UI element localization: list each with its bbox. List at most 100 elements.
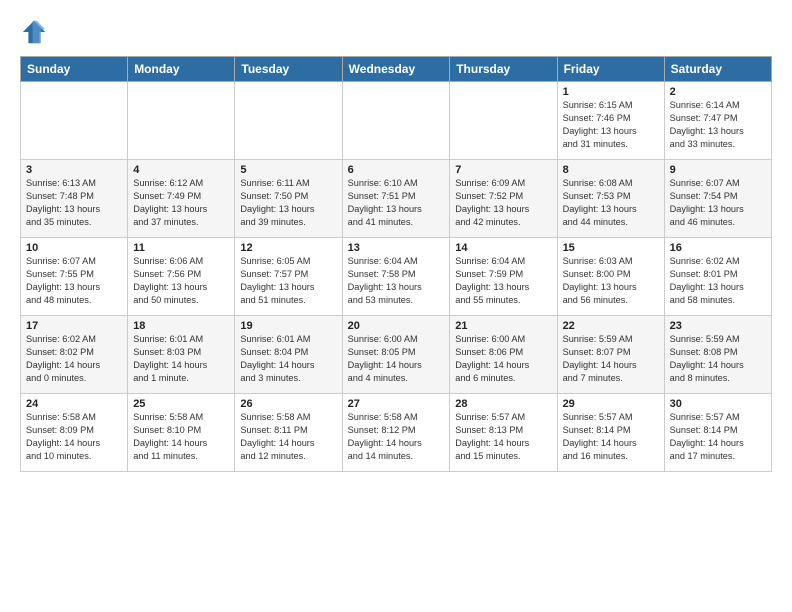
day-number: 20 [348,320,445,332]
calendar-cell: 25Sunrise: 5:58 AM Sunset: 8:10 PM Dayli… [128,394,235,472]
weekday-header-saturday: Saturday [664,57,771,82]
calendar-cell [450,82,557,160]
day-number: 3 [26,164,122,176]
weekday-row: SundayMondayTuesdayWednesdayThursdayFrid… [21,57,772,82]
calendar-cell: 3Sunrise: 6:13 AM Sunset: 7:48 PM Daylig… [21,160,128,238]
day-number: 29 [563,398,659,410]
weekday-header-thursday: Thursday [450,57,557,82]
calendar-cell: 6Sunrise: 6:10 AM Sunset: 7:51 PM Daylig… [342,160,450,238]
header [20,18,772,46]
day-info: Sunrise: 5:57 AM Sunset: 8:14 PM Dayligh… [563,411,659,463]
calendar-cell [342,82,450,160]
day-info: Sunrise: 6:11 AM Sunset: 7:50 PM Dayligh… [240,177,336,229]
day-info: Sunrise: 6:15 AM Sunset: 7:46 PM Dayligh… [563,99,659,151]
calendar-cell: 14Sunrise: 6:04 AM Sunset: 7:59 PM Dayli… [450,238,557,316]
calendar-cell: 2Sunrise: 6:14 AM Sunset: 7:47 PM Daylig… [664,82,771,160]
calendar-cell: 19Sunrise: 6:01 AM Sunset: 8:04 PM Dayli… [235,316,342,394]
calendar-cell: 24Sunrise: 5:58 AM Sunset: 8:09 PM Dayli… [21,394,128,472]
calendar-body: 1Sunrise: 6:15 AM Sunset: 7:46 PM Daylig… [21,82,772,472]
day-info: Sunrise: 6:03 AM Sunset: 8:00 PM Dayligh… [563,255,659,307]
day-number: 7 [455,164,551,176]
day-number: 21 [455,320,551,332]
day-number: 2 [670,86,766,98]
day-number: 25 [133,398,229,410]
day-info: Sunrise: 6:02 AM Sunset: 8:01 PM Dayligh… [670,255,766,307]
logo-icon [20,18,48,46]
weekday-header-friday: Friday [557,57,664,82]
day-info: Sunrise: 5:59 AM Sunset: 8:07 PM Dayligh… [563,333,659,385]
calendar-cell: 8Sunrise: 6:08 AM Sunset: 7:53 PM Daylig… [557,160,664,238]
calendar-cell: 26Sunrise: 5:58 AM Sunset: 8:11 PM Dayli… [235,394,342,472]
day-info: Sunrise: 6:07 AM Sunset: 7:54 PM Dayligh… [670,177,766,229]
day-info: Sunrise: 6:01 AM Sunset: 8:04 PM Dayligh… [240,333,336,385]
calendar-cell: 30Sunrise: 5:57 AM Sunset: 8:14 PM Dayli… [664,394,771,472]
day-info: Sunrise: 6:13 AM Sunset: 7:48 PM Dayligh… [26,177,122,229]
day-number: 23 [670,320,766,332]
week-row-1: 3Sunrise: 6:13 AM Sunset: 7:48 PM Daylig… [21,160,772,238]
calendar-cell: 21Sunrise: 6:00 AM Sunset: 8:06 PM Dayli… [450,316,557,394]
day-number: 4 [133,164,229,176]
calendar-cell: 28Sunrise: 5:57 AM Sunset: 8:13 PM Dayli… [450,394,557,472]
weekday-header-monday: Monday [128,57,235,82]
calendar-cell: 23Sunrise: 5:59 AM Sunset: 8:08 PM Dayli… [664,316,771,394]
day-number: 13 [348,242,445,254]
calendar-cell: 1Sunrise: 6:15 AM Sunset: 7:46 PM Daylig… [557,82,664,160]
week-row-2: 10Sunrise: 6:07 AM Sunset: 7:55 PM Dayli… [21,238,772,316]
day-number: 15 [563,242,659,254]
weekday-header-wednesday: Wednesday [342,57,450,82]
calendar-cell [21,82,128,160]
day-info: Sunrise: 6:14 AM Sunset: 7:47 PM Dayligh… [670,99,766,151]
calendar-cell: 27Sunrise: 5:58 AM Sunset: 8:12 PM Dayli… [342,394,450,472]
calendar-cell: 4Sunrise: 6:12 AM Sunset: 7:49 PM Daylig… [128,160,235,238]
day-number: 19 [240,320,336,332]
day-number: 22 [563,320,659,332]
day-info: Sunrise: 6:10 AM Sunset: 7:51 PM Dayligh… [348,177,445,229]
week-row-4: 24Sunrise: 5:58 AM Sunset: 8:09 PM Dayli… [21,394,772,472]
day-number: 27 [348,398,445,410]
day-number: 10 [26,242,122,254]
day-info: Sunrise: 6:06 AM Sunset: 7:56 PM Dayligh… [133,255,229,307]
day-number: 30 [670,398,766,410]
day-info: Sunrise: 5:58 AM Sunset: 8:10 PM Dayligh… [133,411,229,463]
day-number: 24 [26,398,122,410]
day-number: 11 [133,242,229,254]
day-info: Sunrise: 5:58 AM Sunset: 8:11 PM Dayligh… [240,411,336,463]
day-number: 17 [26,320,122,332]
week-row-3: 17Sunrise: 6:02 AM Sunset: 8:02 PM Dayli… [21,316,772,394]
weekday-header-sunday: Sunday [21,57,128,82]
day-info: Sunrise: 5:58 AM Sunset: 8:09 PM Dayligh… [26,411,122,463]
week-row-0: 1Sunrise: 6:15 AM Sunset: 7:46 PM Daylig… [21,82,772,160]
day-info: Sunrise: 6:00 AM Sunset: 8:06 PM Dayligh… [455,333,551,385]
page: SundayMondayTuesdayWednesdayThursdayFrid… [0,0,792,482]
calendar-cell: 16Sunrise: 6:02 AM Sunset: 8:01 PM Dayli… [664,238,771,316]
calendar-cell: 10Sunrise: 6:07 AM Sunset: 7:55 PM Dayli… [21,238,128,316]
calendar-cell: 5Sunrise: 6:11 AM Sunset: 7:50 PM Daylig… [235,160,342,238]
day-info: Sunrise: 5:58 AM Sunset: 8:12 PM Dayligh… [348,411,445,463]
logo [20,18,52,46]
day-number: 6 [348,164,445,176]
calendar-cell: 22Sunrise: 5:59 AM Sunset: 8:07 PM Dayli… [557,316,664,394]
day-number: 1 [563,86,659,98]
calendar-cell: 13Sunrise: 6:04 AM Sunset: 7:58 PM Dayli… [342,238,450,316]
day-info: Sunrise: 6:12 AM Sunset: 7:49 PM Dayligh… [133,177,229,229]
day-number: 18 [133,320,229,332]
calendar-cell: 18Sunrise: 6:01 AM Sunset: 8:03 PM Dayli… [128,316,235,394]
day-info: Sunrise: 6:02 AM Sunset: 8:02 PM Dayligh… [26,333,122,385]
calendar-cell: 9Sunrise: 6:07 AM Sunset: 7:54 PM Daylig… [664,160,771,238]
day-info: Sunrise: 5:59 AM Sunset: 8:08 PM Dayligh… [670,333,766,385]
day-info: Sunrise: 6:07 AM Sunset: 7:55 PM Dayligh… [26,255,122,307]
calendar-header: SundayMondayTuesdayWednesdayThursdayFrid… [21,57,772,82]
day-number: 16 [670,242,766,254]
day-info: Sunrise: 6:09 AM Sunset: 7:52 PM Dayligh… [455,177,551,229]
day-info: Sunrise: 6:00 AM Sunset: 8:05 PM Dayligh… [348,333,445,385]
day-number: 8 [563,164,659,176]
day-info: Sunrise: 6:04 AM Sunset: 7:58 PM Dayligh… [348,255,445,307]
day-number: 9 [670,164,766,176]
day-info: Sunrise: 6:01 AM Sunset: 8:03 PM Dayligh… [133,333,229,385]
day-number: 5 [240,164,336,176]
day-number: 26 [240,398,336,410]
day-number: 14 [455,242,551,254]
day-info: Sunrise: 6:04 AM Sunset: 7:59 PM Dayligh… [455,255,551,307]
calendar-cell: 12Sunrise: 6:05 AM Sunset: 7:57 PM Dayli… [235,238,342,316]
calendar-cell: 20Sunrise: 6:00 AM Sunset: 8:05 PM Dayli… [342,316,450,394]
